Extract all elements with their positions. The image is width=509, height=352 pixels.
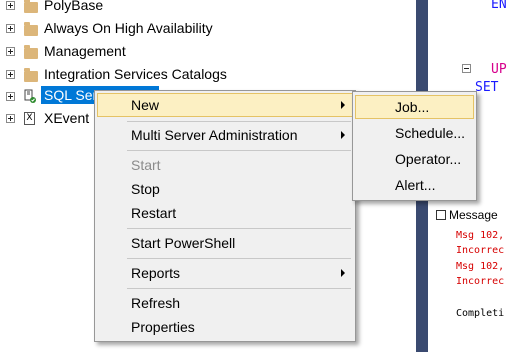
code-keyword: SET (475, 80, 499, 95)
expand-icon[interactable] (6, 24, 15, 33)
menu-item-new[interactable]: New (97, 93, 353, 117)
menu-item-label: Multi Server Administration (131, 127, 298, 143)
message-line: Msg 102, (456, 230, 505, 241)
submenu-arrow-icon (341, 101, 345, 109)
messages-icon (436, 210, 446, 220)
menu-item-label: Stop (131, 181, 160, 197)
message-line: Msg 102, (456, 261, 505, 272)
menu-item-alert[interactable]: Alert... (355, 173, 474, 197)
agent-context-menu: New Multi Server Administration Start St… (94, 90, 356, 342)
submenu-arrow-icon (341, 131, 345, 139)
menu-item-restart[interactable]: Restart (97, 201, 353, 225)
tree-node-label[interactable]: Management (44, 42, 126, 60)
menu-item-stop[interactable]: Stop (97, 177, 353, 201)
expand-icon[interactable] (6, 70, 15, 79)
menu-item-label: Properties (131, 319, 195, 335)
menu-item-label: Start (131, 157, 161, 173)
menu-item-schedule[interactable]: Schedule... (355, 121, 474, 145)
folder-icon (24, 22, 38, 36)
menu-separator (127, 150, 351, 151)
menu-item-label: Refresh (131, 295, 181, 311)
menu-item-label: Start PowerShell (131, 235, 236, 251)
expand-icon[interactable] (6, 92, 15, 101)
folder-icon (24, 68, 38, 82)
menu-item-job[interactable]: Job... (355, 95, 474, 119)
results-pane: Message Msg 102, Incorrec Msg 102, Incor… (428, 205, 509, 352)
menu-item-label: Schedule... (395, 125, 466, 141)
menu-item-label: Reports (131, 265, 181, 281)
menu-separator (127, 258, 351, 259)
message-line: Incorrec (456, 245, 505, 256)
new-submenu: Job... Schedule... Operator... Alert... (352, 91, 477, 201)
sql-agent-icon (23, 89, 37, 103)
expand-icon[interactable] (6, 47, 15, 56)
expand-icon[interactable] (6, 1, 15, 10)
menu-separator (127, 228, 351, 229)
xevent-icon: X (24, 112, 35, 125)
expand-icon[interactable] (6, 114, 15, 123)
messages-tab[interactable]: Message (436, 208, 498, 222)
folder-icon (24, 45, 38, 59)
menu-item-properties[interactable]: Properties (97, 315, 353, 339)
menu-item-reports[interactable]: Reports (97, 261, 353, 285)
messages-tab-label: Message (449, 208, 498, 222)
submenu-arrow-icon (341, 269, 345, 277)
menu-separator (127, 121, 351, 122)
tree-node-label[interactable]: PolyBase (44, 0, 103, 14)
code-keyword: EN (491, 0, 507, 12)
menu-item-label: Alert... (395, 177, 436, 193)
menu-item-label: Job... (395, 99, 430, 115)
menu-item-label: New (131, 97, 160, 113)
menu-item-label: Operator... (395, 151, 462, 167)
menu-item-label: Restart (131, 205, 177, 221)
collapse-icon[interactable] (462, 64, 471, 73)
tree-node-label[interactable]: Integration Services Catalogs (44, 65, 227, 83)
code-keyword: UP (491, 62, 507, 77)
folder-icon (24, 0, 38, 13)
menu-item-start-powershell[interactable]: Start PowerShell (97, 231, 353, 255)
menu-item-operator[interactable]: Operator... (355, 147, 474, 171)
tree-node-label[interactable]: Always On High Availability (44, 19, 213, 37)
menu-item-refresh[interactable]: Refresh (97, 291, 353, 315)
message-line: Completi (456, 308, 505, 319)
menu-separator (127, 288, 351, 289)
menu-item-start[interactable]: Start (97, 153, 353, 177)
menu-item-multi-server-administration[interactable]: Multi Server Administration (97, 123, 353, 147)
message-line: Incorrec (456, 276, 505, 287)
